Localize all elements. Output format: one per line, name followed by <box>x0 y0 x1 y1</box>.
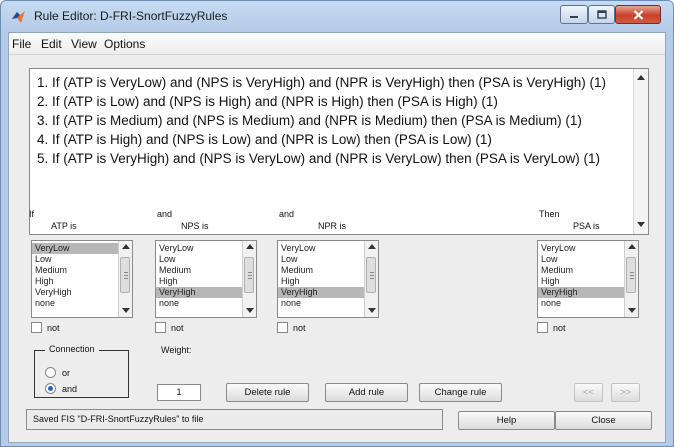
or-label: or <box>62 368 71 378</box>
next-rule-button[interactable]: >> <box>611 383 640 402</box>
status-bar: Saved FIS "D-FRI-SnortFuzzyRules" to fil… <box>26 409 443 430</box>
list-item[interactable]: High <box>278 276 364 287</box>
atp-label: ATP is <box>51 221 77 231</box>
minimize-button[interactable] <box>560 5 588 24</box>
list-item[interactable]: VeryLow <box>32 243 118 254</box>
close-icon <box>633 9 643 20</box>
npr-not-checkbox[interactable] <box>277 322 288 333</box>
atp-not-label: not <box>47 323 60 333</box>
list-item[interactable]: Low <box>278 254 364 265</box>
rule-item[interactable]: 4. If (ATP is High) and (NPS is Low) and… <box>37 132 492 147</box>
then-label: Then <box>539 209 560 219</box>
scroll-down-icon[interactable] <box>122 308 130 313</box>
psa-listbox[interactable]: VeryLow Low Medium High VeryHigh none <box>537 240 639 318</box>
npr-scrollbar[interactable] <box>364 241 378 317</box>
menu-file[interactable]: File <box>12 37 31 51</box>
psa-scrollbar[interactable] <box>624 241 638 317</box>
list-item[interactable]: none <box>156 298 242 309</box>
weight-input[interactable]: 1 <box>157 384 201 401</box>
list-item[interactable]: Medium <box>278 265 364 276</box>
nps-listbox[interactable]: VeryLow Low Medium High VeryHigh none <box>155 240 257 318</box>
rule-item[interactable]: 5. If (ATP is VeryHigh) and (NPS is Very… <box>37 151 600 166</box>
minimize-icon <box>570 15 578 18</box>
psa-not-label: not <box>553 323 566 333</box>
list-item[interactable]: none <box>32 298 118 309</box>
change-rule-button[interactable]: Change rule <box>419 383 502 402</box>
help-button[interactable]: Help <box>458 411 555 430</box>
list-item[interactable]: none <box>278 298 364 309</box>
close-button[interactable]: Close <box>555 411 652 430</box>
list-item[interactable]: Low <box>156 254 242 265</box>
rules-scrollbar[interactable] <box>633 69 648 234</box>
title-bar: Rule Editor: D-FRI-SnortFuzzyRules <box>1 1 673 31</box>
rule-editor-window: Rule Editor: D-FRI-SnortFuzzyRules File … <box>0 0 674 447</box>
list-item[interactable]: VeryHigh <box>538 287 624 298</box>
list-item[interactable]: VeryHigh <box>278 287 364 298</box>
atp-listbox[interactable]: VeryLow Low Medium High VeryHigh none <box>31 240 133 318</box>
weight-label: Weight: <box>161 345 192 355</box>
list-item[interactable]: High <box>156 276 242 287</box>
menu-view[interactable]: View <box>71 37 97 51</box>
menu-edit[interactable]: Edit <box>41 37 62 51</box>
scroll-up-icon[interactable] <box>628 244 636 249</box>
and-label: and <box>279 209 295 219</box>
scroll-down-icon[interactable] <box>246 308 254 313</box>
nps-not-checkbox[interactable] <box>155 322 166 333</box>
list-item[interactable]: Medium <box>32 265 118 276</box>
scroll-up-icon[interactable] <box>122 244 130 249</box>
client-area: File Edit View Options 1. If (ATP is Ver… <box>8 32 666 443</box>
list-item[interactable]: High <box>32 276 118 287</box>
menu-bar: File Edit View Options <box>9 33 665 55</box>
list-item[interactable]: VeryLow <box>278 243 364 254</box>
scroll-up-icon[interactable] <box>246 244 254 249</box>
scroll-thumb[interactable] <box>120 257 130 293</box>
scroll-thumb[interactable] <box>366 257 376 293</box>
connection-title: Connection <box>45 344 99 354</box>
list-item[interactable]: none <box>538 298 624 309</box>
scroll-up-icon[interactable] <box>637 75 645 80</box>
rule-item[interactable]: 1. If (ATP is VeryLow) and (NPS is VeryH… <box>37 75 606 90</box>
scroll-down-icon[interactable] <box>637 222 645 227</box>
close-window-button[interactable] <box>615 5 661 24</box>
npr-listbox[interactable]: VeryLow Low Medium High VeryHigh none <box>277 240 379 318</box>
npr-not-label: not <box>293 323 306 333</box>
nps-not-label: not <box>171 323 184 333</box>
list-item[interactable]: Medium <box>538 265 624 276</box>
atp-scrollbar[interactable] <box>118 241 132 317</box>
matlab-logo-icon <box>12 11 25 23</box>
list-item[interactable]: VeryHigh <box>32 287 118 298</box>
window-title: Rule Editor: D-FRI-SnortFuzzyRules <box>34 9 228 23</box>
scroll-thumb[interactable] <box>626 257 636 293</box>
nps-label: NPS is <box>181 221 209 231</box>
list-item[interactable]: High <box>538 276 624 287</box>
list-item[interactable]: Medium <box>156 265 242 276</box>
and-option-label: and <box>62 384 78 394</box>
if-label: If <box>29 209 35 219</box>
scroll-down-icon[interactable] <box>368 308 376 313</box>
psa-not-checkbox[interactable] <box>537 322 548 333</box>
delete-rule-button[interactable]: Delete rule <box>226 383 309 402</box>
psa-label: PSA is <box>573 221 600 231</box>
prev-rule-button[interactable]: << <box>574 383 603 402</box>
rule-item[interactable]: 3. If (ATP is Medium) and (NPS is Medium… <box>37 113 582 128</box>
connection-and-radio[interactable] <box>45 383 56 394</box>
npr-label: NPR is <box>318 221 347 231</box>
list-item[interactable]: Low <box>538 254 624 265</box>
menu-options[interactable]: Options <box>104 37 145 51</box>
maximize-icon <box>596 10 607 19</box>
list-item[interactable]: Low <box>32 254 118 265</box>
rule-item[interactable]: 2. If (ATP is Low) and (NPS is High) and… <box>37 94 498 109</box>
add-rule-button[interactable]: Add rule <box>325 383 408 402</box>
maximize-button[interactable] <box>588 5 615 24</box>
list-item[interactable]: VeryLow <box>156 243 242 254</box>
scroll-thumb[interactable] <box>244 257 254 293</box>
scroll-up-icon[interactable] <box>368 244 376 249</box>
list-item[interactable]: VeryLow <box>538 243 624 254</box>
and-label: and <box>157 209 173 219</box>
connection-or-radio[interactable] <box>45 367 56 378</box>
scroll-down-icon[interactable] <box>628 308 636 313</box>
list-item[interactable]: VeryHigh <box>156 287 242 298</box>
nps-scrollbar[interactable] <box>242 241 256 317</box>
atp-not-checkbox[interactable] <box>31 322 42 333</box>
